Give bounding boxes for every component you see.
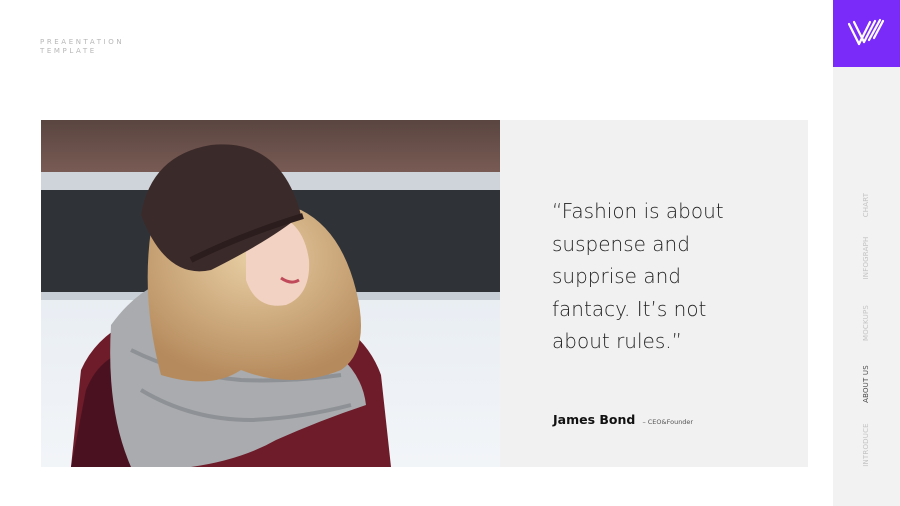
quote-author: James Bond – CEO&Founder [553, 409, 693, 428]
nav-item-chart[interactable]: CHART [862, 193, 870, 218]
quote-text: “Fashion is about suspense and supprise … [552, 199, 724, 353]
logo-button[interactable] [833, 0, 900, 67]
nav-item-introduce[interactable]: INTRODUCE [862, 423, 870, 467]
sidebar-nav: CHART INFOGRAPH MOCKUPS ABOUT US INTRODU… [833, 0, 900, 506]
quote-panel: “Fashion is about suspense and supprise … [500, 120, 808, 467]
stripes-logo-icon [847, 18, 885, 46]
portrait-illustration [41, 120, 500, 467]
slide-page: PREAENTATION TEMPLATE “Fashion is about … [0, 0, 900, 506]
portrait-photo [41, 120, 500, 467]
nav-item-infograph[interactable]: INFOGRAPH [862, 237, 870, 280]
nav-item-about-us[interactable]: ABOUT US [862, 365, 870, 403]
author-name: James Bond [553, 412, 636, 427]
author-role: – CEO&Founder [642, 418, 694, 426]
brand-line-2: TEMPLATE [40, 47, 97, 55]
brand-line-1: PREAENTATION [40, 38, 125, 46]
brand-text: PREAENTATION TEMPLATE [40, 38, 124, 56]
nav-item-mockups[interactable]: MOCKUPS [862, 305, 870, 341]
